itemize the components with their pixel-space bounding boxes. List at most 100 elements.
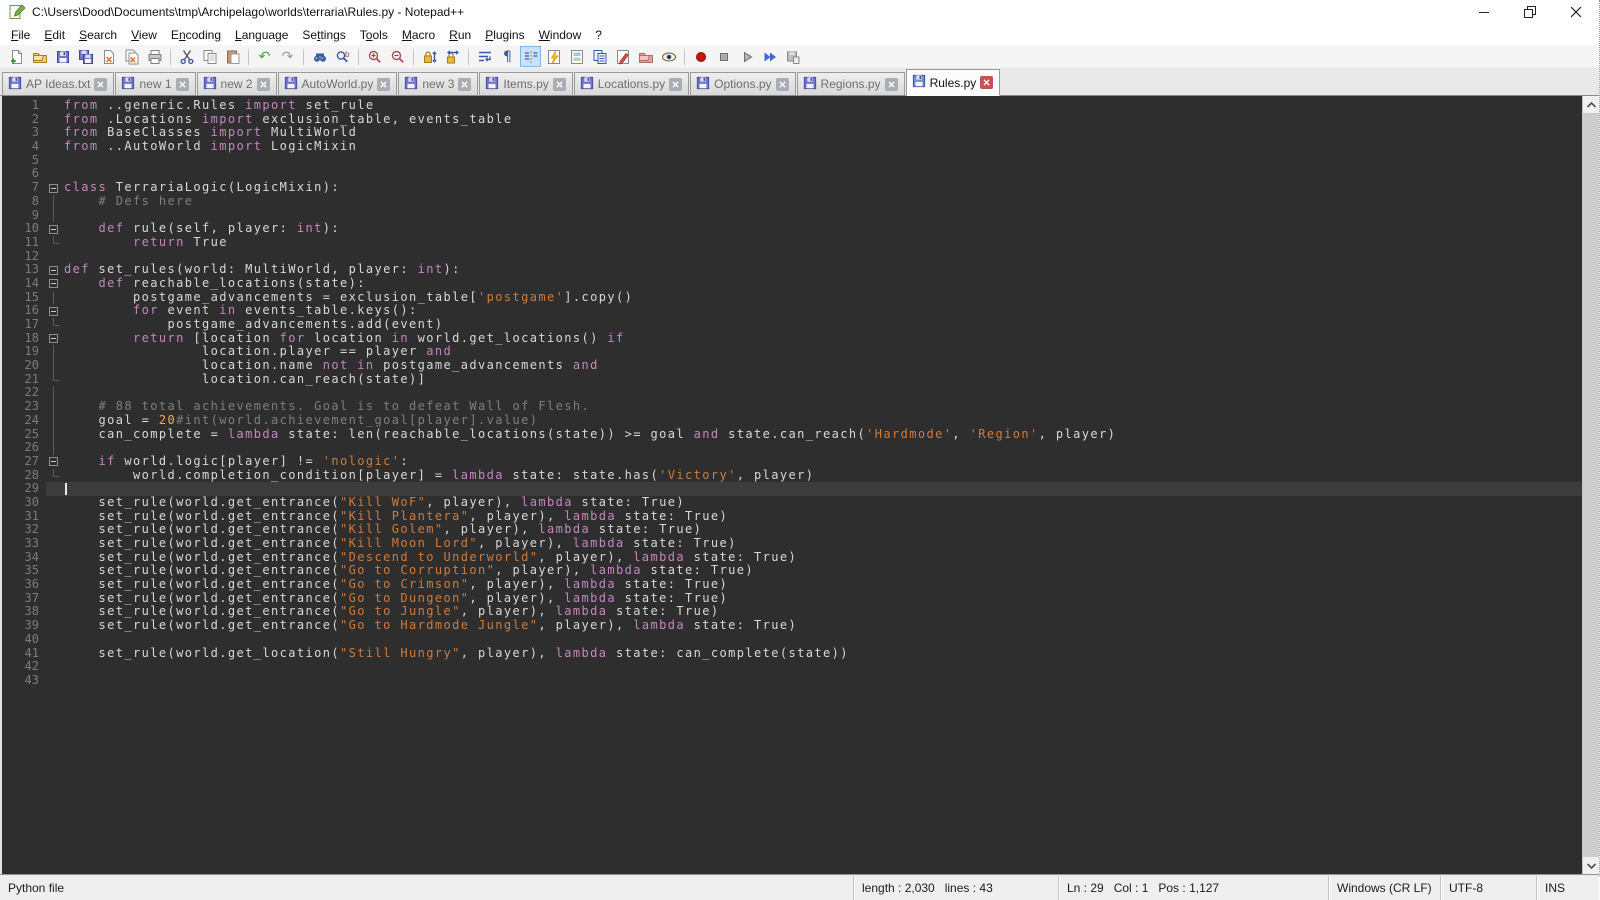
tab-close-icon[interactable] [776, 78, 789, 91]
line-number[interactable]: 11 [2, 236, 46, 250]
line-number[interactable]: 42 [2, 660, 46, 674]
word-wrap-icon[interactable] [474, 46, 495, 67]
show-all-characters-icon[interactable]: ¶ [497, 46, 518, 67]
cut-icon[interactable] [176, 46, 197, 67]
line-number[interactable]: 32 [2, 523, 46, 537]
line-number[interactable]: 7 [2, 181, 46, 195]
macro-play-icon[interactable] [736, 46, 757, 67]
line-number[interactable]: 15 [2, 291, 46, 305]
save-all-icon[interactable] [75, 46, 96, 67]
menu-encoding[interactable]: Encoding [164, 26, 228, 44]
line-number[interactable]: 17 [2, 318, 46, 332]
status-insert-mode[interactable]: INS [1537, 876, 1599, 900]
menu-search[interactable]: Search [72, 26, 124, 44]
tab-rules-py[interactable]: Rules.py [906, 69, 1001, 96]
line-number[interactable]: 19 [2, 345, 46, 359]
tab-close-icon[interactable] [176, 78, 189, 91]
menu-window[interactable]: Window [532, 26, 589, 44]
menu-view[interactable]: View [124, 26, 164, 44]
scroll-up-button[interactable] [1583, 96, 1599, 113]
tab-options-py[interactable]: Options.py [690, 72, 795, 95]
sync-horizontal-icon[interactable] [442, 46, 463, 67]
line-number[interactable]: 23 [2, 400, 46, 414]
document-list-icon[interactable] [589, 46, 610, 67]
close-all-icon[interactable] [121, 46, 142, 67]
line-number[interactable]: 24 [2, 414, 46, 428]
menu-run[interactable]: Run [442, 26, 478, 44]
line-number[interactable]: 18 [2, 332, 46, 346]
tab-close-icon[interactable] [553, 78, 566, 91]
menu-[interactable]: ? [588, 26, 609, 44]
line-number[interactable]: 28 [2, 469, 46, 483]
macro-save-icon[interactable] [782, 46, 803, 67]
tab-items-py[interactable]: Items.py [479, 72, 572, 95]
line-number[interactable]: 10 [2, 222, 46, 236]
new-file-icon[interactable] [6, 46, 27, 67]
zoom-in-icon[interactable] [364, 46, 385, 67]
tab-ap-ideas-txt[interactable]: AP Ideas.txt [2, 72, 114, 95]
close-button[interactable] [1553, 0, 1599, 24]
line-number[interactable]: 36 [2, 578, 46, 592]
folder-workspace-icon[interactable] [635, 46, 656, 67]
menu-plugins[interactable]: Plugins [478, 26, 531, 44]
line-number[interactable]: 8 [2, 195, 46, 209]
macro-multi-run-icon[interactable] [759, 46, 780, 67]
monitoring-eye-icon[interactable] [658, 46, 679, 67]
tab-new-3[interactable]: new 3 [398, 72, 478, 95]
line-number[interactable]: 5 [2, 154, 46, 168]
macro-stop-icon[interactable] [713, 46, 734, 67]
line-number[interactable]: 41 [2, 647, 46, 661]
tab-close-icon[interactable] [458, 78, 471, 91]
line-number[interactable]: 37 [2, 592, 46, 606]
line-number[interactable]: 1 [2, 99, 46, 113]
status-encoding[interactable]: UTF-8 [1441, 876, 1537, 900]
scrollbar-thumb[interactable] [1583, 113, 1599, 857]
line-number[interactable]: 13 [2, 263, 46, 277]
copy-icon[interactable] [199, 46, 220, 67]
define-language-icon[interactable] [612, 46, 633, 67]
menu-macro[interactable]: Macro [395, 26, 442, 44]
paste-icon[interactable] [222, 46, 243, 67]
line-number[interactable]: 40 [2, 633, 46, 647]
tab-close-icon[interactable] [377, 78, 390, 91]
tab-locations-py[interactable]: Locations.py [574, 72, 689, 95]
line-number[interactable]: 30 [2, 496, 46, 510]
line-number[interactable]: 38 [2, 605, 46, 619]
tab-close-icon[interactable] [980, 76, 993, 89]
function-list-icon[interactable] [543, 46, 564, 67]
save-icon[interactable] [52, 46, 73, 67]
undo-icon[interactable]: ↶ [254, 46, 275, 67]
line-number[interactable]: 25 [2, 428, 46, 442]
line-number[interactable]: 35 [2, 564, 46, 578]
fold-collapse-icon[interactable] [46, 455, 64, 469]
fold-collapse-icon[interactable] [46, 304, 64, 318]
line-number[interactable]: 6 [2, 167, 46, 181]
tab-close-icon[interactable] [94, 78, 107, 91]
status-cursor-position[interactable]: Ln : 29 Col : 1 Pos : 1,127 [1059, 876, 1329, 900]
line-number[interactable]: 16 [2, 304, 46, 318]
line-number[interactable]: 26 [2, 441, 46, 455]
line-number[interactable]: 27 [2, 455, 46, 469]
fold-collapse-icon[interactable] [46, 263, 64, 277]
restore-button[interactable] [1507, 0, 1553, 24]
line-number[interactable]: 33 [2, 537, 46, 551]
line-number[interactable]: 2 [2, 113, 46, 127]
tab-close-icon[interactable] [257, 78, 270, 91]
open-folder-icon[interactable] [29, 46, 50, 67]
menu-file[interactable]: File [4, 26, 37, 44]
find-icon[interactable] [309, 46, 330, 67]
tab-regions-py[interactable]: Regions.py [797, 72, 905, 95]
tab-close-icon[interactable] [885, 78, 898, 91]
tab-close-icon[interactable] [669, 78, 682, 91]
status-eol-format[interactable]: Windows (CR LF) [1329, 876, 1441, 900]
line-number[interactable]: 9 [2, 209, 46, 223]
line-number[interactable]: 29 [2, 482, 46, 496]
line-number[interactable]: 43 [2, 674, 46, 688]
print-icon[interactable] [144, 46, 165, 67]
replace-icon[interactable]: b [332, 46, 353, 67]
line-number[interactable]: 12 [2, 250, 46, 264]
macro-record-icon[interactable] [690, 46, 711, 67]
scroll-down-button[interactable] [1583, 857, 1599, 874]
line-number[interactable]: 22 [2, 386, 46, 400]
menu-tools[interactable]: Tools [353, 26, 395, 44]
